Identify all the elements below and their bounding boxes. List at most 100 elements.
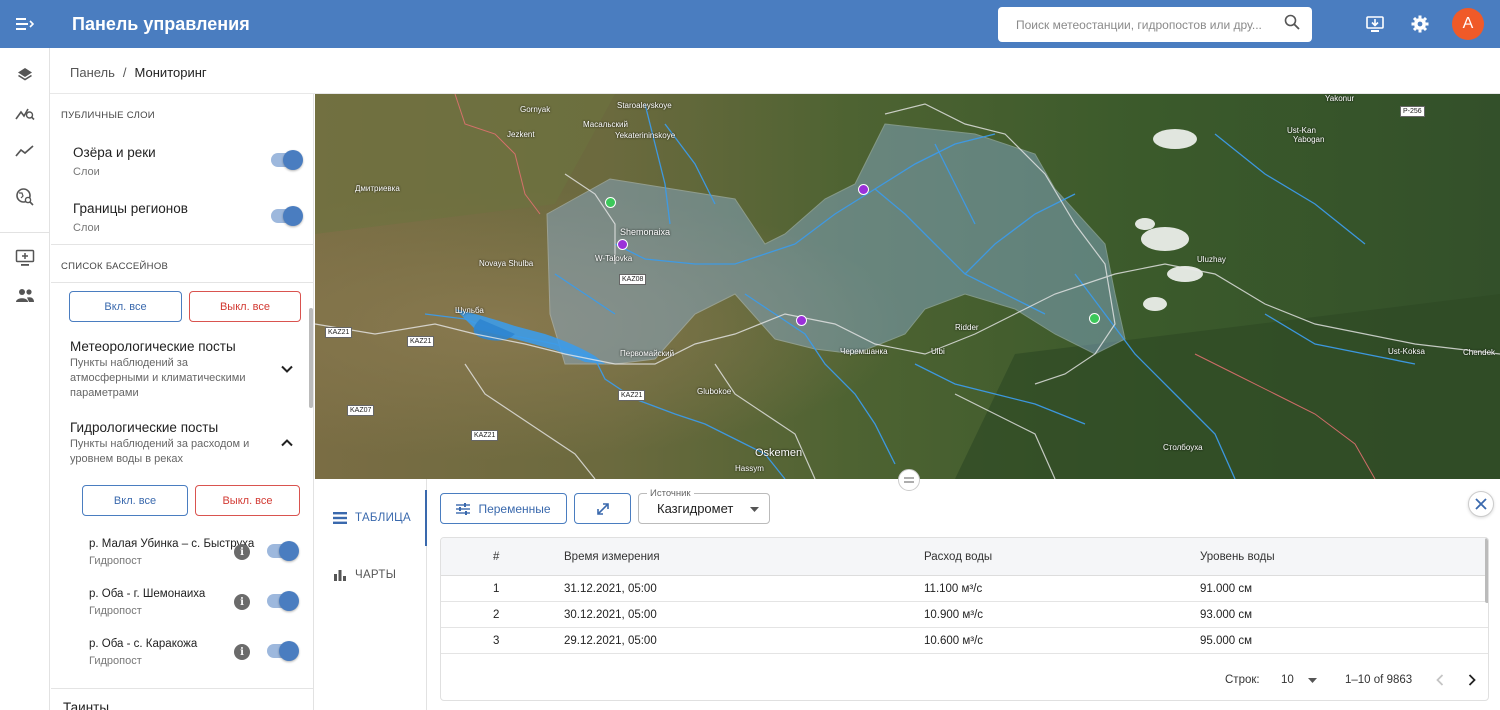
section-divider [51, 282, 313, 283]
close-panel-button[interactable] [1468, 491, 1494, 517]
group-title-meteo[interactable]: Метеорологические посты [70, 339, 236, 354]
tab-charts-label: ЧАРТЫ [355, 569, 397, 581]
layer-subtitle: Слои [73, 166, 100, 178]
tab-table-label: ТАБЛИЦА [355, 512, 411, 524]
toggle-post-karakozha[interactable] [267, 641, 299, 661]
layer-subtitle: Слои [73, 222, 100, 234]
meteo-station-marker[interactable] [858, 184, 869, 195]
enable-all-button[interactable]: Вкл. все [69, 291, 182, 322]
section-divider [51, 688, 313, 689]
toggle-region-borders[interactable] [271, 206, 303, 226]
info-icon[interactable]: i [234, 644, 250, 660]
menu-collapse-icon[interactable] [0, 0, 50, 48]
hydro-disable-all-button[interactable]: Выкл. все [195, 485, 300, 516]
tab-charts[interactable]: ЧАРТЫ [315, 547, 427, 603]
col-header-level[interactable]: Уровень воды [1200, 538, 1275, 575]
road-label: KAZ07 [347, 405, 375, 416]
cell-level: 95.000 см [1200, 634, 1253, 647]
post-subtitle: Гидропост [89, 655, 142, 667]
cell-index: 2 [493, 608, 500, 621]
hydro-station-marker[interactable] [605, 197, 616, 208]
cell-index: 1 [493, 582, 500, 595]
chevron-up-icon[interactable] [279, 435, 295, 451]
data-panel: ТАБЛИЦА ЧАРТЫ Переменные Казгидромет Ист… [315, 479, 1500, 710]
gear-icon[interactable] [1408, 12, 1432, 36]
table-scrollbar[interactable] [1485, 538, 1488, 603]
view-tabs: ТАБЛИЦА ЧАРТЫ [315, 479, 427, 710]
map-label: Ulbi [931, 347, 945, 356]
cell-discharge: 10.600 м³/с [924, 634, 984, 647]
users-icon[interactable] [13, 283, 37, 307]
rows-per-page-label: Строк: [1225, 674, 1260, 686]
expand-icon [596, 502, 609, 515]
avatar[interactable]: A [1452, 8, 1484, 40]
panel-scrollbar[interactable] [309, 308, 313, 408]
search-icon[interactable] [1284, 14, 1300, 35]
prev-page-icon[interactable] [1436, 658, 1444, 700]
road-label: KAZ21 [471, 430, 499, 441]
layer-item-lakes-rivers: Озёра и реки Слои [73, 145, 303, 178]
table-row[interactable]: 3 29.12.2021, 05:00 10.600 м³/с 95.000 с… [441, 628, 1488, 654]
group-title-hydro[interactable]: Гидрологические посты [70, 420, 218, 435]
col-header-discharge[interactable]: Расход воды [924, 538, 992, 575]
rows-per-page-value: 10 [1281, 674, 1294, 686]
map-view[interactable]: Gornyak Staroaleyskoye Масальский Jezken… [315, 94, 1500, 479]
post-subtitle: Гидропост [89, 555, 142, 567]
globe-search-icon[interactable] [13, 185, 37, 209]
info-icon[interactable]: i [234, 594, 250, 610]
variables-button[interactable]: Переменные [440, 493, 567, 524]
close-icon [1475, 498, 1487, 510]
cell-index: 3 [493, 634, 500, 647]
chart-search-icon[interactable] [13, 101, 37, 125]
toggle-post-bystrukha[interactable] [267, 541, 299, 561]
cell-discharge: 11.100 м³/с [924, 582, 983, 595]
group-title-next[interactable]: Таинты [63, 700, 109, 710]
toggle-post-shemonaikha[interactable] [267, 591, 299, 611]
table-row[interactable]: 1 31.12.2021, 05:00 11.100 м³/с 91.000 с… [441, 576, 1488, 602]
map-label: Shemonaixa [620, 227, 671, 237]
hydro-enable-all-button[interactable]: Вкл. все [82, 485, 188, 516]
map-label: Ust-Koksa [1388, 347, 1425, 356]
left-rail [0, 48, 50, 710]
map-label: Yekaterininskoye [615, 131, 676, 140]
meteo-station-marker[interactable] [617, 239, 628, 250]
rows-per-page-select[interactable]: 10 [1281, 658, 1317, 700]
map-label: Staroaleyskoye [617, 101, 672, 110]
tab-table[interactable]: ТАБЛИЦА [315, 490, 427, 546]
toggle-lakes-rivers[interactable] [271, 150, 303, 170]
cell-time: 29.12.2021, 05:00 [564, 634, 657, 647]
cell-level: 91.000 см [1200, 582, 1253, 595]
table-row[interactable]: 2 30.12.2021, 05:00 10.900 м³/с 93.000 с… [441, 602, 1488, 628]
resize-handle-icon[interactable] [898, 469, 920, 491]
download-icon[interactable] [1363, 12, 1387, 36]
search-box[interactable] [998, 7, 1312, 42]
map-label: Hassym [735, 464, 764, 473]
road-label: KAZ21 [618, 390, 646, 401]
satellite-map[interactable] [315, 94, 1500, 479]
post-name: р. Малая Убинка – с. Быструха [89, 538, 255, 550]
map-label: Glubokoe [697, 387, 732, 396]
map-label: Ridder [955, 323, 979, 332]
post-name: р. Оба - г. Шемонаиха [89, 588, 206, 600]
expand-button[interactable] [574, 493, 631, 524]
search-input[interactable] [1016, 17, 1284, 32]
disable-all-button[interactable]: Выкл. все [189, 291, 301, 322]
hydro-station-marker[interactable] [1089, 313, 1100, 324]
page-range: 1–10 of 9863 [1345, 674, 1413, 686]
table-header: # Время измерения Расход воды Уровень во… [441, 538, 1488, 576]
section-divider [51, 244, 313, 245]
next-page-icon[interactable] [1468, 658, 1476, 700]
monitor-add-icon[interactable] [13, 246, 37, 270]
trend-icon[interactable] [13, 139, 37, 163]
col-header-time[interactable]: Время измерения [564, 538, 660, 575]
map-label: Масальский [583, 120, 628, 129]
caret-down-icon [1307, 677, 1317, 683]
layer-name: Озёра и реки [73, 145, 156, 160]
layers-icon[interactable] [13, 63, 37, 87]
app-title: Панель управления [72, 13, 250, 34]
breadcrumb-root[interactable]: Панель [70, 65, 115, 80]
info-icon[interactable]: i [234, 544, 250, 560]
meteo-station-marker[interactable] [796, 315, 807, 326]
chevron-down-icon[interactable] [279, 361, 295, 377]
col-header-index[interactable]: # [493, 538, 499, 575]
